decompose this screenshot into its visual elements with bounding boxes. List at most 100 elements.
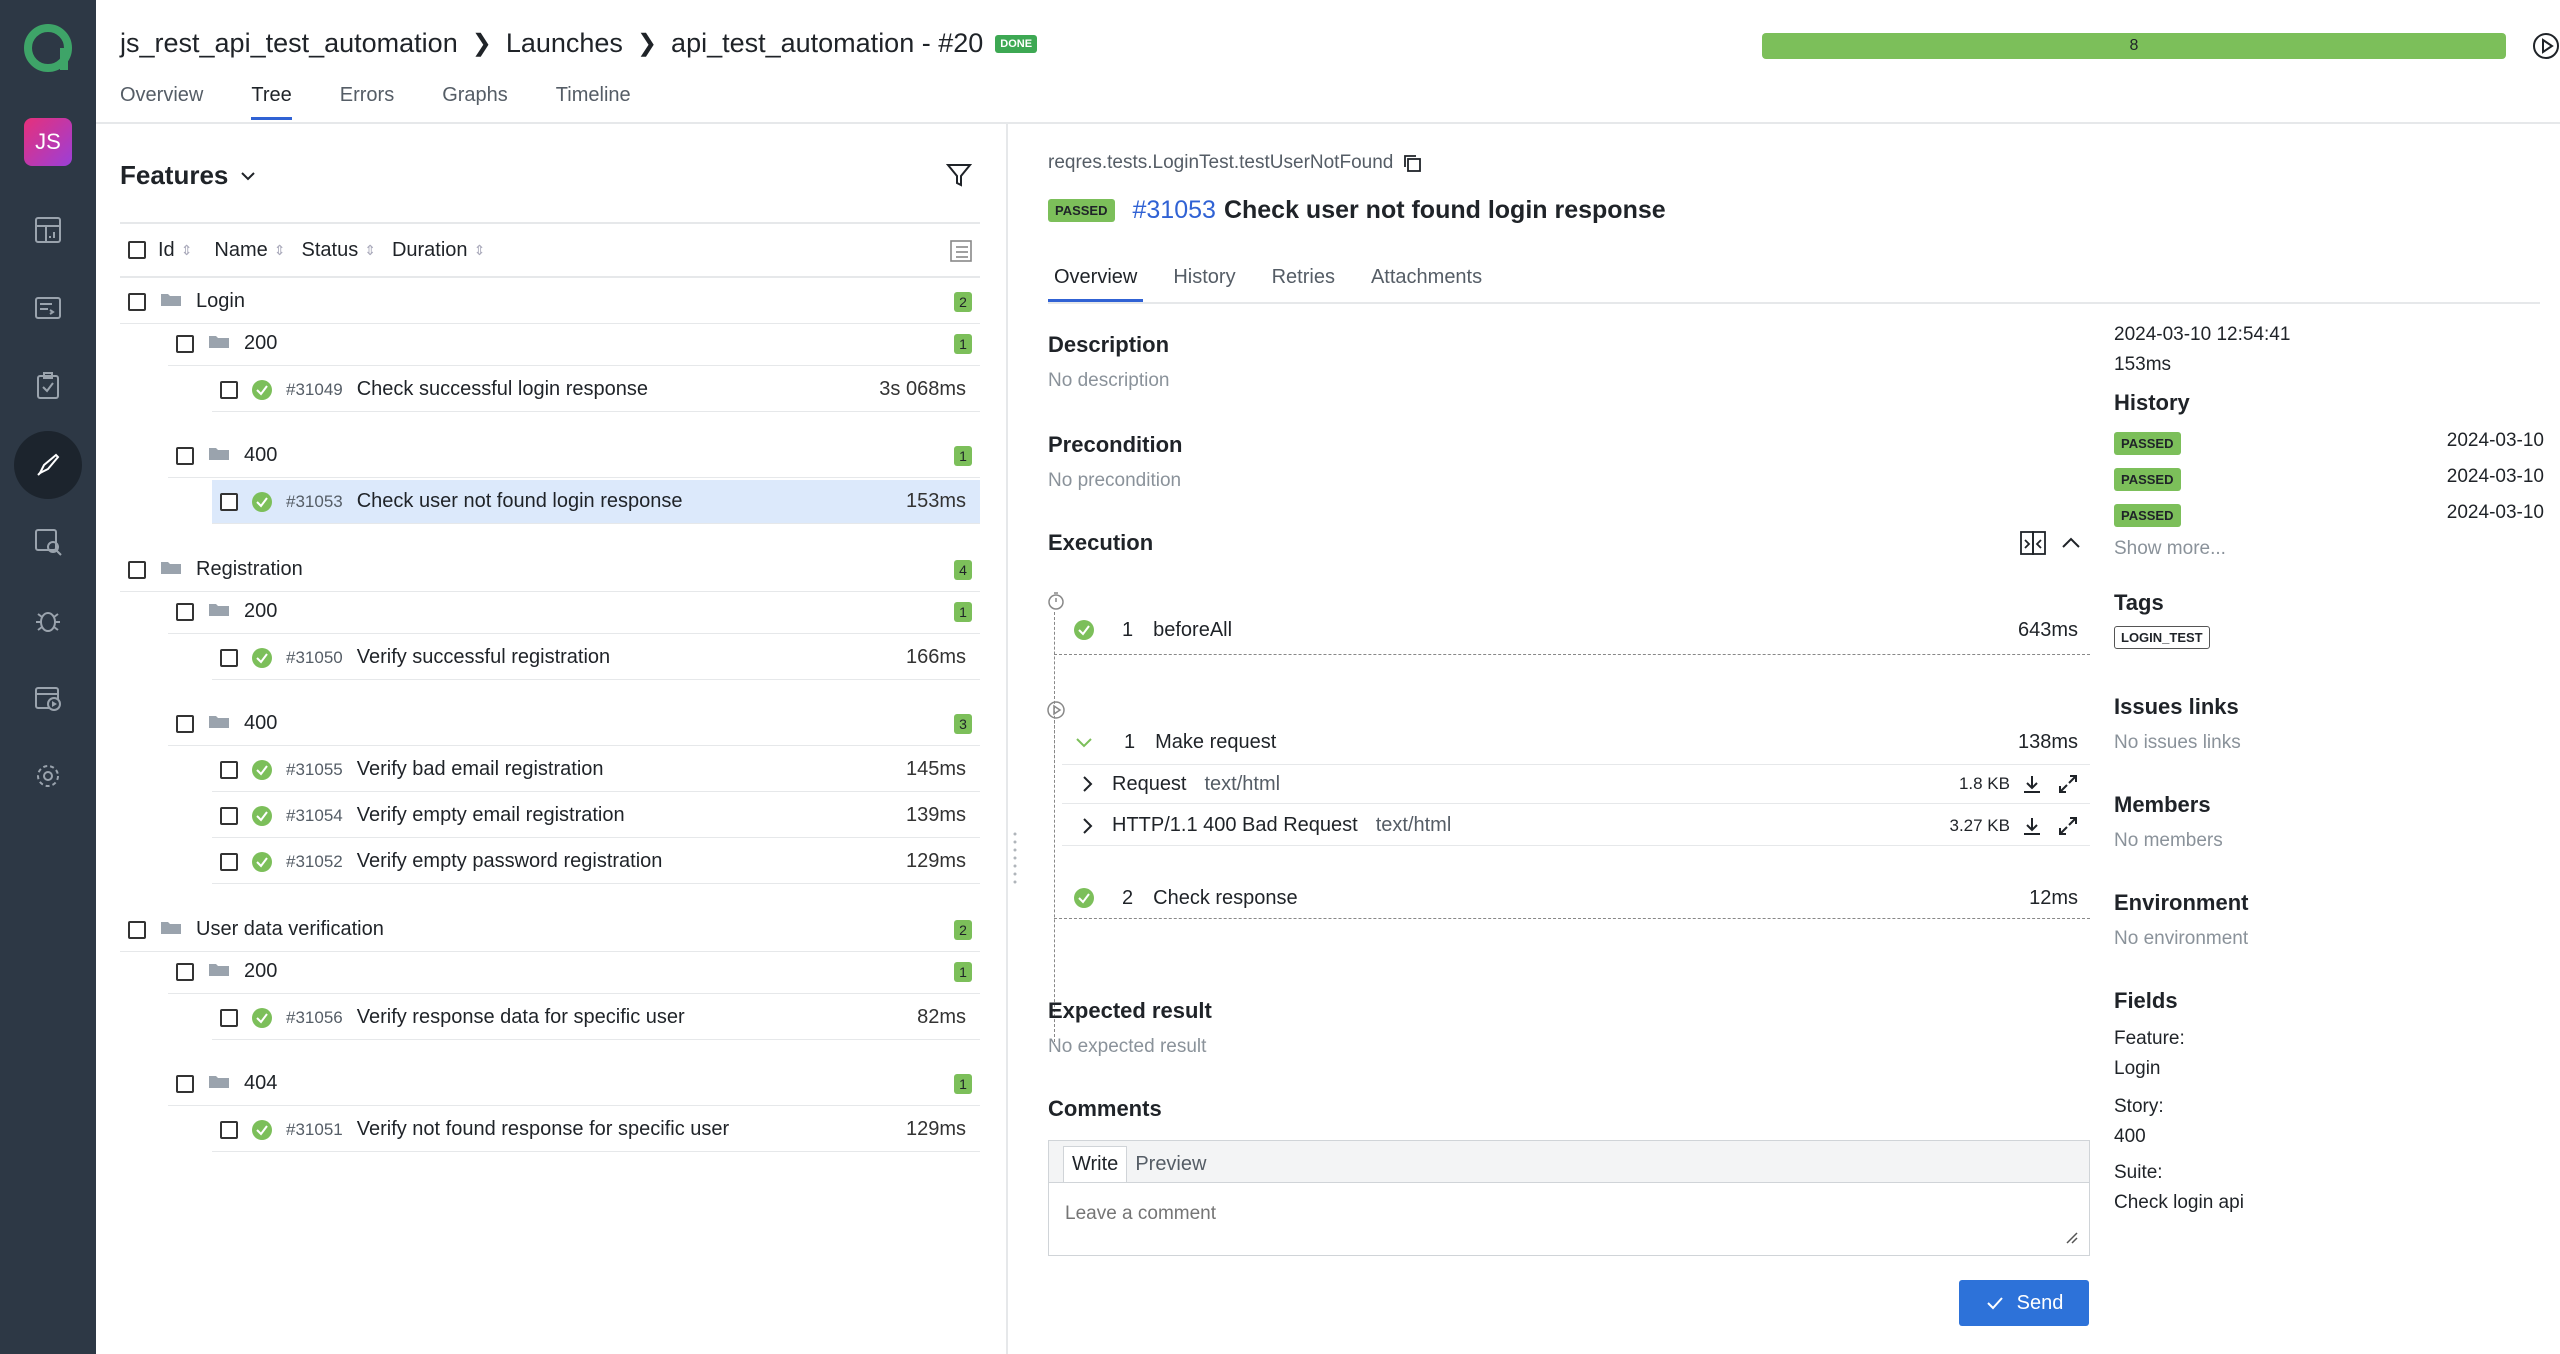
test-name: Check successful login response — [356, 378, 648, 400]
row-checkbox[interactable] — [220, 1008, 238, 1027]
breadcrumb-launches[interactable]: Launches — [506, 28, 623, 59]
column-duration[interactable]: Duration ⇕ — [392, 239, 485, 262]
chevron-down-icon[interactable] — [1072, 730, 1096, 754]
tree-group-row[interactable]: Registration 4 — [120, 548, 980, 592]
download-icon[interactable] — [2020, 772, 2044, 796]
row-checkbox[interactable] — [128, 560, 146, 579]
tree-group-row[interactable]: Login 2 — [120, 280, 980, 324]
passed-status-icon — [252, 759, 272, 780]
tab-attachments[interactable]: Attachments — [1365, 258, 1488, 302]
tree-group-row[interactable]: User data verification 2 — [120, 908, 980, 952]
tree-subgroup-row[interactable]: 200 1 — [168, 590, 980, 634]
tree-test-row[interactable]: #31055 Verify bad email registration 145ms — [212, 748, 980, 792]
defects-icon[interactable] — [24, 596, 72, 644]
response-attachment-row[interactable]: HTTP/1.1 400 Bad Request text/html 3.27 … — [1062, 806, 2090, 846]
row-checkbox[interactable] — [176, 714, 194, 733]
tab-overview[interactable]: Overview — [120, 84, 203, 120]
send-button[interactable]: Send — [1959, 1280, 2089, 1326]
tree-subgroup-row[interactable]: 400 3 — [168, 702, 980, 746]
filter-icon[interactable] — [944, 160, 974, 190]
row-checkbox[interactable] — [220, 852, 238, 871]
step-check-response[interactable]: 2 Check response 12ms — [1056, 876, 2090, 920]
row-checkbox[interactable] — [220, 492, 238, 511]
columns-settings-icon[interactable] — [948, 238, 974, 264]
tab-result-overview[interactable]: Overview — [1048, 258, 1144, 302]
tree-subgroup-row[interactable]: 200 1 — [168, 950, 980, 994]
tree-test-row[interactable]: #31050 Verify successful registration 166m… — [212, 636, 980, 680]
tab-errors[interactable]: Errors — [340, 84, 394, 120]
settings-icon[interactable] — [24, 752, 72, 800]
row-checkbox[interactable] — [176, 334, 194, 353]
copy-icon[interactable] — [1401, 152, 1423, 174]
step-duration: 643ms — [2017, 618, 2078, 641]
row-checkbox[interactable] — [220, 760, 238, 779]
tab-timeline[interactable]: Timeline — [556, 84, 631, 120]
tab-write[interactable]: Write — [1063, 1146, 1128, 1182]
download-icon[interactable] — [2020, 814, 2044, 838]
chevron-right-icon[interactable] — [1076, 815, 1098, 837]
expand-all-icon[interactable] — [2018, 528, 2048, 558]
history-status-badge[interactable]: PASSED — [2114, 468, 2181, 491]
row-checkbox[interactable] — [220, 648, 238, 667]
tree-subgroup-row[interactable]: 404 1 — [168, 1062, 980, 1106]
comment-box: Write Preview — [1048, 1140, 2090, 1256]
chevron-up-icon[interactable] — [2058, 530, 2084, 556]
tab-history[interactable]: History — [1167, 258, 1241, 302]
request-attachment-row[interactable]: Request text/html 1.8 KB — [1062, 764, 2090, 804]
tab-tree[interactable]: Tree — [251, 84, 292, 120]
passed-icon — [252, 647, 272, 668]
run-icon[interactable] — [2530, 30, 2560, 62]
show-more-link[interactable]: Show more... — [2114, 538, 2226, 560]
resize-grip-icon[interactable] — [2063, 1229, 2079, 1245]
row-checkbox[interactable] — [128, 292, 146, 311]
comment-input[interactable] — [1065, 1203, 2045, 1225]
tree-test-row[interactable]: #31051 Verify not found response for spec… — [212, 1108, 980, 1152]
tab-preview[interactable]: Preview — [1127, 1147, 1214, 1182]
row-checkbox[interactable] — [128, 920, 146, 939]
tree-test-row[interactable]: #31049 Check successful login response 3s … — [212, 368, 980, 412]
expand-icon[interactable] — [2056, 772, 2080, 796]
step-duration: 12ms — [2029, 886, 2078, 909]
tab-graphs[interactable]: Graphs — [442, 84, 508, 120]
column-id[interactable]: Id ⇕ — [158, 239, 192, 262]
test-id-link[interactable]: #31053 — [1133, 196, 1216, 225]
breadcrumb-project[interactable]: js_rest_api_test_automation — [120, 28, 458, 59]
row-checkbox[interactable] — [220, 1120, 238, 1139]
tag-badge[interactable]: LOGIN_TEST — [2114, 626, 2210, 649]
before-hook-step[interactable]: 1 beforeAll 643ms — [1056, 608, 2090, 652]
row-checkbox[interactable] — [220, 806, 238, 825]
app-logo-icon[interactable] — [22, 22, 74, 74]
column-status[interactable]: Status ⇕ — [302, 239, 376, 262]
column-name[interactable]: Name ⇕ — [214, 239, 285, 262]
launches-icon[interactable] — [14, 431, 82, 499]
tree-test-row[interactable]: #31053 Check user not found login respons… — [212, 480, 980, 524]
tree-test-row[interactable]: #31052 Verify empty password registration… — [212, 840, 980, 884]
row-checkbox[interactable] — [176, 446, 194, 465]
avatar[interactable]: JS — [24, 118, 72, 166]
tab-retries[interactable]: Retries — [1266, 258, 1341, 302]
row-checkbox[interactable] — [220, 380, 238, 399]
step-make-request[interactable]: 1 Make request 138ms — [1056, 720, 2090, 764]
row-checkbox[interactable] — [176, 962, 194, 981]
precondition-text: No precondition — [1048, 470, 1182, 491]
tree-test-row[interactable]: #31056 Verify response data for specific … — [212, 996, 980, 1040]
row-checkbox[interactable] — [176, 1074, 194, 1093]
select-all-checkbox[interactable] — [128, 241, 146, 259]
test-plans-icon[interactable] — [24, 362, 72, 410]
sort-icon: ⇕ — [180, 241, 193, 258]
history-status-badge[interactable]: PASSED — [2114, 432, 2181, 455]
test-cases-icon[interactable] — [24, 284, 72, 332]
tree-subgroup-row[interactable]: 400 1 — [168, 434, 980, 478]
launch-progress-bar: 8 — [1762, 33, 2506, 59]
tree-test-row[interactable]: #31054 Verify empty email registration 139… — [212, 794, 980, 838]
tree-subgroup-row[interactable]: 200 1 — [168, 322, 980, 366]
dashboard-icon[interactable] — [24, 206, 72, 254]
expand-icon[interactable] — [2056, 814, 2080, 838]
passed-status-icon — [252, 805, 272, 826]
tree-grouping-dropdown[interactable]: Features — [120, 160, 258, 191]
jobs-icon[interactable] — [24, 674, 72, 722]
chevron-right-icon[interactable] — [1076, 773, 1098, 795]
history-status-badge[interactable]: PASSED — [2114, 504, 2181, 527]
row-checkbox[interactable] — [176, 602, 194, 621]
analytics-icon[interactable] — [24, 518, 72, 566]
